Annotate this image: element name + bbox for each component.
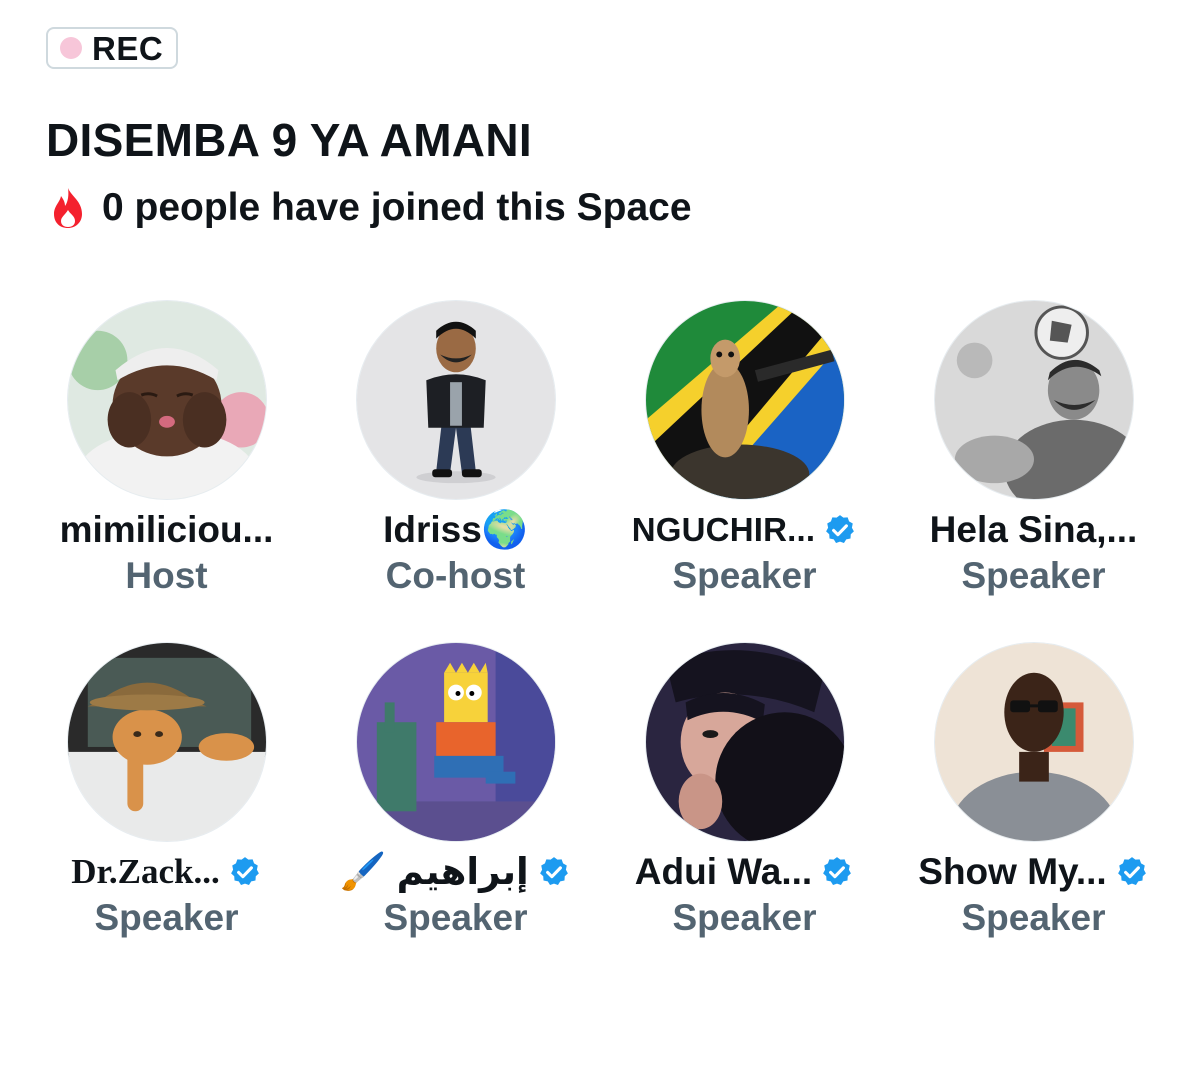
cartoon-man-avatar-image — [356, 301, 555, 499]
participant-role: Speaker — [961, 897, 1106, 938]
participant-role: Speaker — [672, 897, 817, 938]
participant-card[interactable]: Idriss🌍 Co-host — [311, 300, 600, 598]
participant-name-row: إبراهيم 🖌️ — [340, 848, 570, 896]
recording-label: REC — [92, 29, 164, 67]
participant-card[interactable]: NGUCHIR... Speaker — [600, 300, 889, 598]
bart-avatar-image — [356, 643, 555, 841]
participant-role: Speaker — [961, 555, 1106, 596]
meerkat-flag-avatar-image — [645, 301, 844, 499]
footballer-avatar[interactable] — [933, 300, 1134, 500]
participant-name: Hela Sina,... — [929, 509, 1138, 550]
cat-hat-avatar[interactable] — [66, 642, 267, 842]
participant-name: إبراهيم 🖌️ — [340, 851, 529, 892]
man-glasses-avatar[interactable] — [933, 642, 1134, 842]
participant-name-row: Hela Sina,... — [930, 506, 1138, 554]
participant-name: Idriss🌍 — [383, 509, 528, 550]
participant-role: Speaker — [94, 897, 239, 938]
joined-count-text: 0 people have joined this Space — [102, 186, 692, 229]
participant-card[interactable]: إبراهيم 🖌️ Speaker — [311, 642, 600, 940]
space-title: DISEMBA 9 YA AMANI — [46, 114, 532, 166]
participant-name: NGUCHIR... — [631, 511, 816, 548]
fire-icon — [54, 188, 82, 228]
participant-role: Speaker — [383, 897, 528, 938]
cartoon-man-avatar[interactable] — [355, 300, 556, 500]
meerkat-flag-avatar[interactable] — [644, 300, 845, 500]
baby-avatar-image — [67, 301, 266, 499]
joined-count-row: 0 people have joined this Space — [48, 184, 692, 232]
participant-role: Co-host — [385, 555, 526, 596]
participant-name-row: NGUCHIR... — [632, 506, 858, 554]
recording-dot-icon — [60, 37, 82, 59]
participant-name: Dr.Zack... — [71, 852, 220, 891]
participant-role: Speaker — [672, 555, 817, 596]
baby-avatar[interactable] — [66, 300, 267, 500]
cat-hat-avatar-image — [67, 643, 266, 841]
participant-card[interactable]: Hela Sina,... Speaker — [889, 300, 1178, 598]
participant-card[interactable]: mimiliciou... Host — [22, 300, 311, 598]
footballer-avatar-image — [934, 301, 1133, 499]
verified-badge-icon — [826, 515, 855, 544]
verified-badge-icon — [1117, 857, 1146, 886]
participant-card[interactable]: Adui Wa... Speaker — [600, 642, 889, 940]
participant-name: mimiliciou... — [59, 509, 274, 550]
verified-badge-icon — [539, 857, 568, 886]
recording-badge: REC — [46, 27, 179, 69]
man-glasses-avatar-image — [934, 643, 1133, 841]
verified-badge-icon — [823, 857, 852, 886]
anime-avatar[interactable] — [644, 642, 845, 842]
participant-name-row: Idriss🌍 — [383, 506, 528, 554]
participant-card[interactable]: Show My... Speaker — [889, 642, 1178, 940]
anime-avatar-image — [645, 643, 844, 841]
participant-name: Adui Wa... — [634, 851, 813, 892]
participant-name-row: Adui Wa... — [635, 848, 854, 896]
participant-name-row: mimiliciou... — [60, 506, 274, 554]
participant-card[interactable]: Dr.Zack... Speaker — [22, 642, 311, 940]
bart-avatar[interactable] — [355, 642, 556, 842]
participant-name-row: Dr.Zack... — [71, 848, 261, 896]
participant-name-row: Show My... — [918, 848, 1148, 896]
participants-grid: mimiliciou... Host Idriss🌍 Co-host NGUCH… — [22, 300, 1178, 940]
verified-badge-icon — [230, 857, 259, 886]
participant-role: Host — [125, 555, 208, 596]
participant-name: Show My... — [918, 851, 1107, 892]
